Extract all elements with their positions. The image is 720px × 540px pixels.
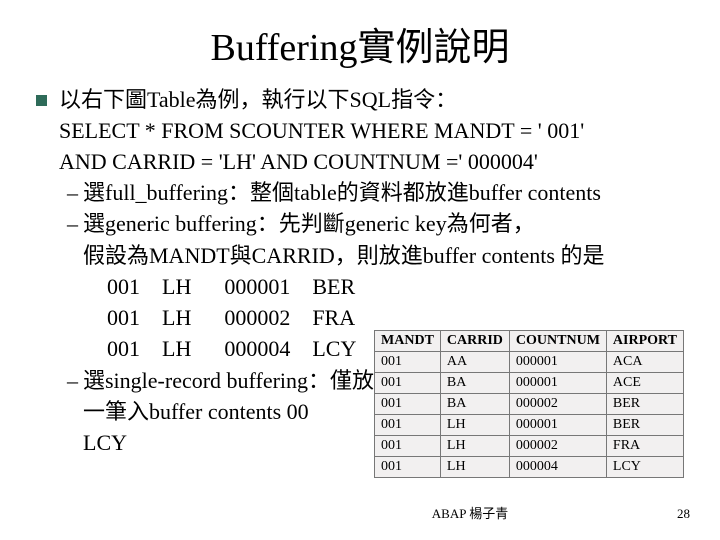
slide-title: Buffering實例說明 [36, 16, 684, 71]
footer-page-number: 28 [677, 506, 690, 522]
inline-row-2: 001 LH 000002 FRA [107, 302, 684, 333]
th-airport: AIRPORT [606, 331, 683, 352]
bullet-square-icon [36, 95, 47, 106]
sub2-line2: 假設為MANDT與CARRID，則放進buffer contents 的是 [83, 240, 684, 271]
sub-bullet-1: – 選full_buffering：整個table的資料都放進buffer co… [67, 177, 684, 208]
table-row: 001 AA 000001 ACA [375, 352, 684, 373]
table-header-row: MANDT CARRID COUNTNUM AIRPORT [375, 331, 684, 352]
sql-line-2: AND CARRID = 'LH' AND COUNTNUM =' 000004… [59, 146, 684, 177]
table-row: 001 LH 000001 BER [375, 415, 684, 436]
th-countnum: COUNTNUM [509, 331, 606, 352]
table-body: 001 AA 000001 ACA 001 BA 000001 ACE 001 … [375, 352, 684, 478]
sub2-line1: 選generic buffering：先判斷generic key為何者， [83, 208, 684, 239]
slide: Buffering實例說明 以右下圖Table為例，執行以下SQL指令： SEL… [0, 0, 720, 540]
top-bullet: 以右下圖Table為例，執行以下SQL指令： [36, 85, 684, 115]
inline-row-1: 001 LH 000001 BER [107, 271, 684, 302]
dash-icon: – [67, 177, 83, 208]
sub1-text: 選full_buffering：整個table的資料都放進buffer cont… [83, 177, 684, 208]
sql-line-1: SELECT * FROM SCOUNTER WHERE MANDT = ' 0… [59, 115, 684, 146]
table-row: 001 LH 000002 FRA [375, 436, 684, 457]
th-carrid: CARRID [440, 331, 509, 352]
table-row: 001 LH 000004 LCY [375, 457, 684, 478]
table-row: 001 BA 000002 BER [375, 394, 684, 415]
dash-icon: – [67, 365, 83, 396]
footer-author: ABAP 楊子青 [0, 503, 720, 522]
th-mandt: MANDT [375, 331, 441, 352]
table-row: 001 BA 000001 ACE [375, 373, 684, 394]
dash-icon: – [67, 208, 83, 239]
top-bullet-text: 以右下圖Table為例，執行以下SQL指令： [59, 85, 457, 115]
data-table: MANDT CARRID COUNTNUM AIRPORT 001 AA 000… [374, 330, 684, 478]
